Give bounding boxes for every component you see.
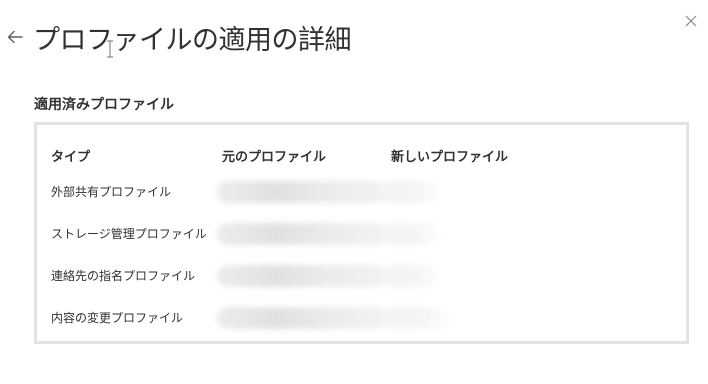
close-button[interactable]: [680, 10, 702, 32]
row-type-label: 外部共有プロファイル: [51, 185, 172, 199]
redacted-new-profile: [382, 223, 442, 245]
redacted-new-profile: [382, 181, 442, 203]
profiles-table: タイプ 元のプロファイル 新しいプロファイル 外部共有プロファイル ストレージ管…: [34, 122, 689, 344]
redacted-new-profile: [382, 307, 452, 329]
redacted-original-profile: [217, 307, 387, 329]
column-header-new-profile: 新しいプロファイル: [391, 150, 509, 165]
text-cursor-icon: [107, 40, 113, 58]
redacted-original-profile: [217, 181, 387, 203]
redacted-original-profile: [217, 223, 387, 245]
column-header-type: タイプ: [51, 150, 91, 165]
row-type-label: 連絡先の指名プロファイル: [51, 269, 196, 283]
redacted-new-profile: [382, 265, 442, 287]
arrow-left-icon: [7, 30, 23, 44]
row-type-label: 内容の変更プロファイル: [51, 311, 184, 325]
row-type-label: ストレージ管理プロファイル: [51, 227, 207, 241]
page-title: プロファイルの適用の詳細: [33, 25, 352, 56]
column-header-original-profile: 元のプロファイル: [222, 150, 327, 165]
section-heading: 適用済みプロファイル: [34, 97, 174, 113]
close-icon: [685, 15, 697, 27]
redacted-original-profile: [217, 265, 387, 287]
back-button[interactable]: [4, 24, 26, 50]
